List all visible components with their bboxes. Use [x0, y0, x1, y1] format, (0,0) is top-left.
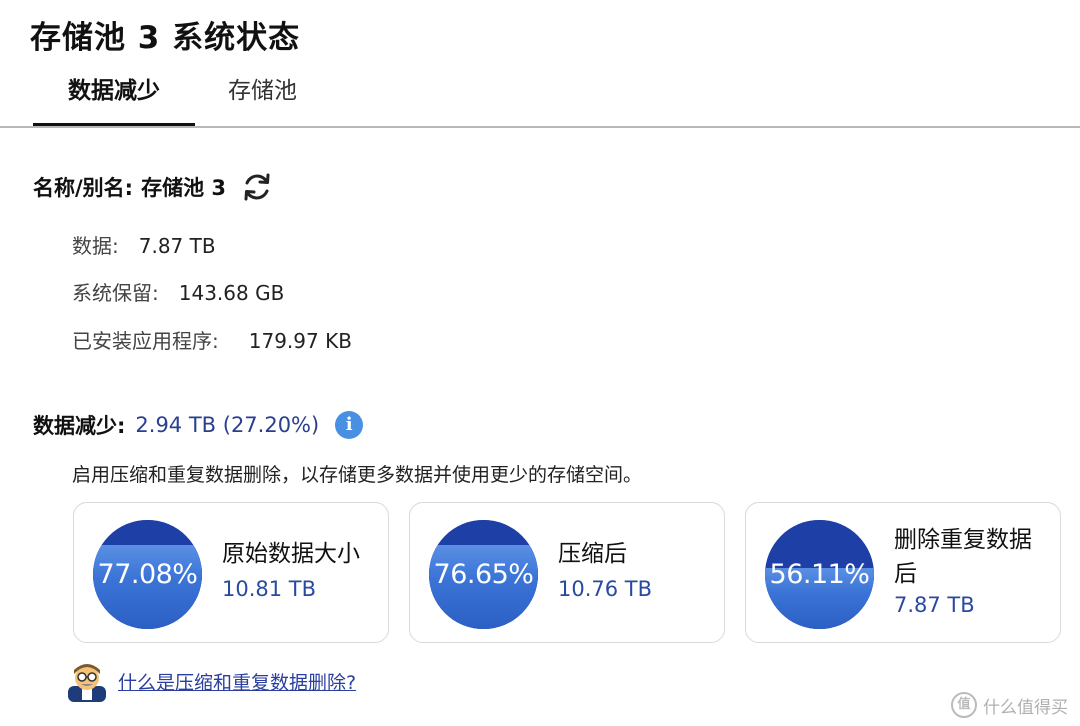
percent-circle: 77.08%	[93, 520, 202, 629]
detail-label: 数据:	[72, 234, 119, 258]
card-value: 10.81 TB	[222, 577, 317, 601]
pool-name-label: 名称/别名:	[33, 176, 134, 200]
data-reduction-row: 数据减少: 2.94 TB (27.20%) i	[33, 410, 364, 440]
tab-data-reduction[interactable]: 数据减少	[33, 76, 195, 126]
faq-row: 什么是压缩和重复数据删除?	[66, 660, 356, 702]
info-icon[interactable]: i	[335, 411, 364, 439]
stat-card-deduplicated: 56.11% 删除重复数据后 7.87 TB	[745, 502, 1061, 643]
watermark-logo-icon: 值	[951, 692, 977, 718]
watermark: 值 什么值得买	[951, 692, 1068, 718]
card-label: 原始数据大小	[222, 541, 360, 567]
stat-card-compressed: 76.65% 压缩后 10.76 TB	[409, 502, 725, 643]
refresh-icon[interactable]	[240, 170, 274, 204]
card-value: 10.76 TB	[558, 577, 653, 601]
percent-text: 77.08%	[97, 559, 198, 590]
pool-name-value: 存储池 3	[141, 176, 227, 200]
detail-installed-apps: 已安装应用程序: 179.97 KB	[72, 325, 352, 354]
stat-card-original-size: 77.08% 原始数据大小 10.81 TB	[73, 502, 389, 643]
tab-bar: 数据减少 存储池	[0, 68, 1080, 128]
percent-text: 56.11%	[769, 559, 870, 590]
pool-name-row: 名称/别名: 存储池 3	[33, 170, 274, 204]
tab-storage-pool[interactable]: 存储池	[228, 76, 297, 126]
detail-data: 数据: 7.87 TB	[72, 230, 216, 259]
detail-value: 143.68 GB	[178, 281, 285, 305]
detail-system-reserved: 系统保留: 143.68 GB	[72, 277, 284, 306]
card-label: 压缩后	[558, 541, 627, 567]
avatar-icon	[68, 664, 106, 702]
percent-circle: 76.65%	[429, 520, 538, 629]
card-value: 7.87 TB	[894, 593, 975, 617]
watermark-text: 什么值得买	[983, 697, 1068, 718]
faq-link[interactable]: 什么是压缩和重复数据删除?	[118, 668, 356, 695]
page-title: 存储池 3 系统状态	[30, 20, 301, 56]
active-tab-indicator	[33, 123, 195, 126]
detail-value: 7.87 TB	[138, 234, 216, 258]
detail-label: 系统保留:	[72, 281, 159, 305]
percent-text: 76.65%	[433, 559, 534, 590]
percent-circle: 56.11%	[765, 520, 874, 629]
card-label: 删除重复数据后	[894, 527, 1032, 587]
detail-value: 179.97 KB	[248, 329, 352, 353]
data-reduction-label: 数据减少:	[33, 414, 126, 438]
detail-label: 已安装应用程序:	[72, 329, 219, 353]
data-reduction-value: 2.94 TB (27.20%)	[135, 413, 320, 437]
reduction-description: 启用压缩和重复数据删除，以存储更多数据并使用更少的存储空间。	[72, 464, 643, 486]
